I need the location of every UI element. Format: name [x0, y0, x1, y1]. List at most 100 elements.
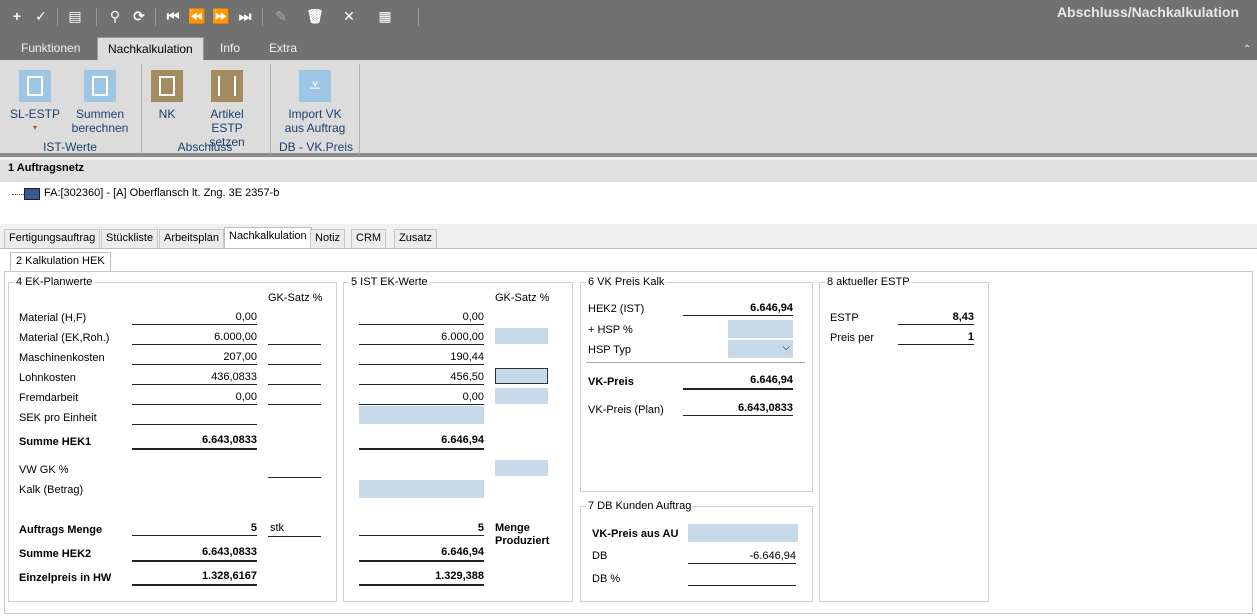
dropdown-arrow-icon: ▾: [32, 123, 37, 132]
label-auftrags-menge: Auftrags Menge: [19, 524, 103, 536]
ist-gk-fremdarbeit[interactable]: [495, 388, 548, 404]
fa-node-icon: [24, 188, 40, 200]
ist-summe-hek1: 6.646,94: [359, 433, 484, 450]
ist-maschinenkosten[interactable]: 190,44: [359, 350, 484, 365]
ist-gk-lohnkosten[interactable]: [495, 368, 548, 384]
label-produziert: Produziert: [495, 535, 550, 547]
chevron-down-icon[interactable]: ⌵: [728, 342, 793, 353]
estp-value[interactable]: 8,43: [898, 310, 974, 325]
label-summe-hek2: Summe HEK2: [19, 548, 92, 560]
menu-tab-nachkalkulation[interactable]: Nachkalkulation: [97, 37, 204, 61]
ribbon-collapse-icon[interactable]: ⌃: [1243, 44, 1251, 55]
plan-material-hf[interactable]: 0,00: [132, 310, 257, 325]
plan-sek-pro-einheit[interactable]: [132, 410, 257, 425]
plan-fremdarbeit[interactable]: 0,00: [132, 390, 257, 405]
ist-einzelpreis: 1.329,388: [359, 569, 484, 586]
menu-tab-funktionen[interactable]: Funktionen: [11, 37, 90, 61]
plan-gk-material-ek[interactable]: [268, 330, 321, 345]
close-icon[interactable]: ✕: [340, 7, 358, 25]
aus-auftrag-label: aus Auftrag: [284, 121, 346, 135]
import-vk-label: Import VK: [288, 107, 342, 121]
ist-gk-material-ek[interactable]: [495, 328, 548, 344]
plan-material-ek[interactable]: 6.000,00: [132, 330, 257, 345]
vk-preis-value: 6.646,94: [683, 373, 793, 390]
document-icon: [84, 70, 116, 102]
ist-fremdarbeit[interactable]: 0,00: [359, 390, 484, 405]
prev-icon[interactable]: ⏪: [188, 7, 206, 25]
refresh-icon[interactable]: ⟳: [130, 7, 148, 25]
first-icon[interactable]: ⏮: [164, 7, 182, 25]
label-summe-hek1: Summe HEK1: [19, 436, 92, 448]
tab-notiz[interactable]: Notiz: [310, 229, 346, 248]
vk-preis-kalk-title: 6 VK Preis Kalk: [586, 276, 667, 288]
label-hsp-pct: + HSP %: [588, 324, 633, 336]
ist-material-hf[interactable]: 0,00: [359, 310, 484, 325]
plan-gk-fremdarbeit[interactable]: [268, 390, 321, 405]
group-label-abschluss: Abschluss: [177, 140, 233, 154]
ist-menge[interactable]: 5: [359, 521, 484, 536]
ist-material-ek[interactable]: 6.000,00: [359, 330, 484, 345]
ribbon-group-separator: [141, 64, 142, 154]
ist-kalk-betrag[interactable]: [359, 480, 484, 498]
divider: [586, 362, 805, 363]
print-icon[interactable]: ▤: [66, 7, 84, 25]
document-icon: [151, 70, 183, 102]
tab-fertigungsauftrag[interactable]: Fertigungsauftrag: [4, 229, 101, 248]
search-icon[interactable]: ⚲: [106, 7, 124, 25]
plan-menge-unit-field: [268, 522, 321, 537]
ist-sek-pro-einheit[interactable]: [359, 406, 484, 424]
grid-icon[interactable]: ▦: [376, 7, 394, 25]
gk-satz-header: GK-Satz %: [268, 292, 323, 304]
import-vk-button[interactable]: ⩡ Import VK aus Auftrag: [280, 70, 350, 135]
ribbon-group-separator: [359, 64, 360, 154]
menu-tab-extra[interactable]: Extra: [259, 37, 307, 61]
delete-icon[interactable]: 🗑: [306, 7, 324, 25]
ist-vw-gk[interactable]: [495, 460, 548, 476]
label-vk-preis-plan: VK-Preis (Plan): [588, 404, 664, 416]
hsp-pct-input[interactable]: [728, 320, 793, 338]
check-icon[interactable]: ✓: [32, 7, 50, 25]
label-estp: ESTP: [830, 312, 859, 324]
document-icon: [19, 70, 51, 102]
next-icon[interactable]: ⏩: [212, 7, 230, 25]
vk-hek2-ist: 6.646,94: [683, 301, 793, 316]
tree-item-fa[interactable]: FA:[302360] - [A] Oberflansch lt. Zng. 3…: [44, 187, 279, 199]
plan-einzelpreis-hw: 1.328,6167: [132, 569, 257, 586]
preis-per-value[interactable]: 1: [898, 330, 974, 345]
tab-nachkalkulation[interactable]: Nachkalkulation: [224, 227, 312, 248]
plan-lohnkosten[interactable]: 436,0833: [132, 370, 257, 385]
plan-vw-gk[interactable]: [268, 463, 321, 478]
label-vw-gk: VW GK %: [19, 464, 69, 476]
nk-button[interactable]: NK: [148, 70, 186, 121]
label-kalk-betrag: Kalk (Betrag): [19, 484, 84, 496]
artikel-label: Artikel: [210, 107, 244, 121]
label-einzelpreis-hw: Einzelpreis in HW: [19, 572, 112, 584]
artikel-estp-setzen-button[interactable]: Artikel ESTP setzen: [193, 70, 261, 149]
summen-label: Summen: [75, 107, 125, 121]
sl-estp-button[interactable]: SL-ESTP ▾: [10, 70, 60, 135]
plan-gk-lohnkosten[interactable]: [268, 370, 321, 385]
tab-crm[interactable]: CRM: [351, 229, 387, 248]
label-hek2-ist: HEK2 (IST): [588, 303, 645, 315]
ribbon-group-separator: [270, 64, 271, 154]
vk-preis-au-input[interactable]: [688, 524, 798, 542]
menu-tab-info[interactable]: Info: [210, 37, 250, 61]
tab-arbeitsplan[interactable]: Arbeitsplan: [159, 229, 225, 248]
plan-gk-maschinenkosten[interactable]: [268, 350, 321, 365]
plan-auftrags-menge[interactable]: 5: [132, 521, 257, 536]
label-fremdarbeit: Fremdarbeit: [19, 392, 79, 404]
toolbar-separator: [57, 8, 58, 26]
last-icon[interactable]: ⏭: [236, 7, 254, 25]
add-icon[interactable]: +: [8, 7, 26, 25]
ist-lohnkosten[interactable]: 456,50: [359, 370, 484, 385]
subtab-kalkulation-hek[interactable]: 2 Kalkulation HEK: [10, 252, 111, 271]
label-material-ek: Material (EK,Roh.): [19, 332, 110, 344]
tab-stueckliste[interactable]: Stückliste: [101, 229, 159, 248]
label-db-pct: DB %: [592, 573, 621, 585]
tab-zusatz[interactable]: Zusatz: [394, 229, 438, 248]
edit-icon[interactable]: ✎: [272, 7, 290, 25]
label-lohnkosten: Lohnkosten: [19, 372, 76, 384]
plan-maschinenkosten[interactable]: 207,00: [132, 350, 257, 365]
label-material-hf: Material (H,F): [19, 312, 87, 324]
summen-berechnen-button[interactable]: Summen berechnen: [70, 70, 130, 135]
